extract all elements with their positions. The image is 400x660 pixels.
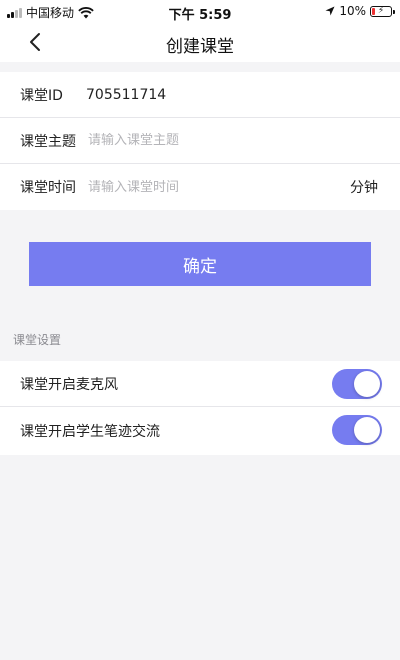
class-id-row: 课堂ID 705511714 [0,72,400,118]
battery-icon: ⚡ [370,5,395,17]
topic-input[interactable] [88,133,328,148]
duration-label: 课堂时间 [20,180,76,196]
navigation-bar: 创建课堂 [0,22,400,62]
duration-unit: 分钟 [350,180,378,196]
settings-section-title: 课堂设置 [13,333,62,347]
location-arrow-icon [325,6,335,16]
setting-row-handwriting: 课堂开启学生笔迹交流 [0,407,400,455]
duration-row: 课堂时间 分钟 [0,164,400,210]
topic-label: 课堂主题 [20,133,76,150]
setting-label-microphone: 课堂开启麦克风 [20,376,118,393]
duration-input[interactable] [88,179,328,195]
setting-row-microphone: 课堂开启麦克风 [0,361,400,407]
handwriting-toggle[interactable] [332,415,382,445]
class-id-value: 705511714 [86,86,167,103]
battery-percent: 10% [339,4,366,18]
class-form: 课堂ID 705511714 课堂主题 课堂时间 分钟 [0,72,400,210]
setting-label-handwriting: 课堂开启学生笔迹交流 [20,424,160,440]
page-title: 创建课堂 [166,37,234,57]
settings-list: 课堂开启麦克风 课堂开启学生笔迹交流 [0,361,400,455]
class-id-label: 课堂ID [20,87,63,104]
charging-bolt-icon: ⚡ [377,5,385,16]
status-bar: 中国移动 下午 5:59 10% ⚡ [0,0,400,23]
status-right: 10% ⚡ [325,4,395,18]
topic-row: 课堂主题 [0,118,400,164]
confirm-button[interactable]: 确定 [29,242,371,286]
microphone-toggle[interactable] [332,369,382,399]
